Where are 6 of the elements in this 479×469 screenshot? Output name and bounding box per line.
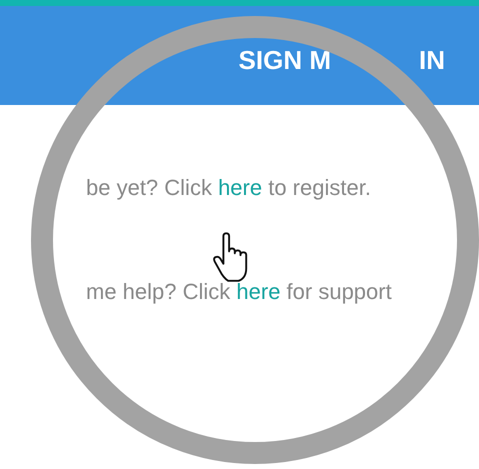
help-sentence: be yet? Click here to register.: [86, 175, 372, 201]
here-link[interactable]: here: [236, 279, 280, 304]
header-title: IN: [419, 47, 445, 73]
header-title: SIGN M: [238, 47, 331, 73]
here-link[interactable]: here: [218, 175, 262, 200]
hand-pointer-icon: [212, 232, 250, 284]
